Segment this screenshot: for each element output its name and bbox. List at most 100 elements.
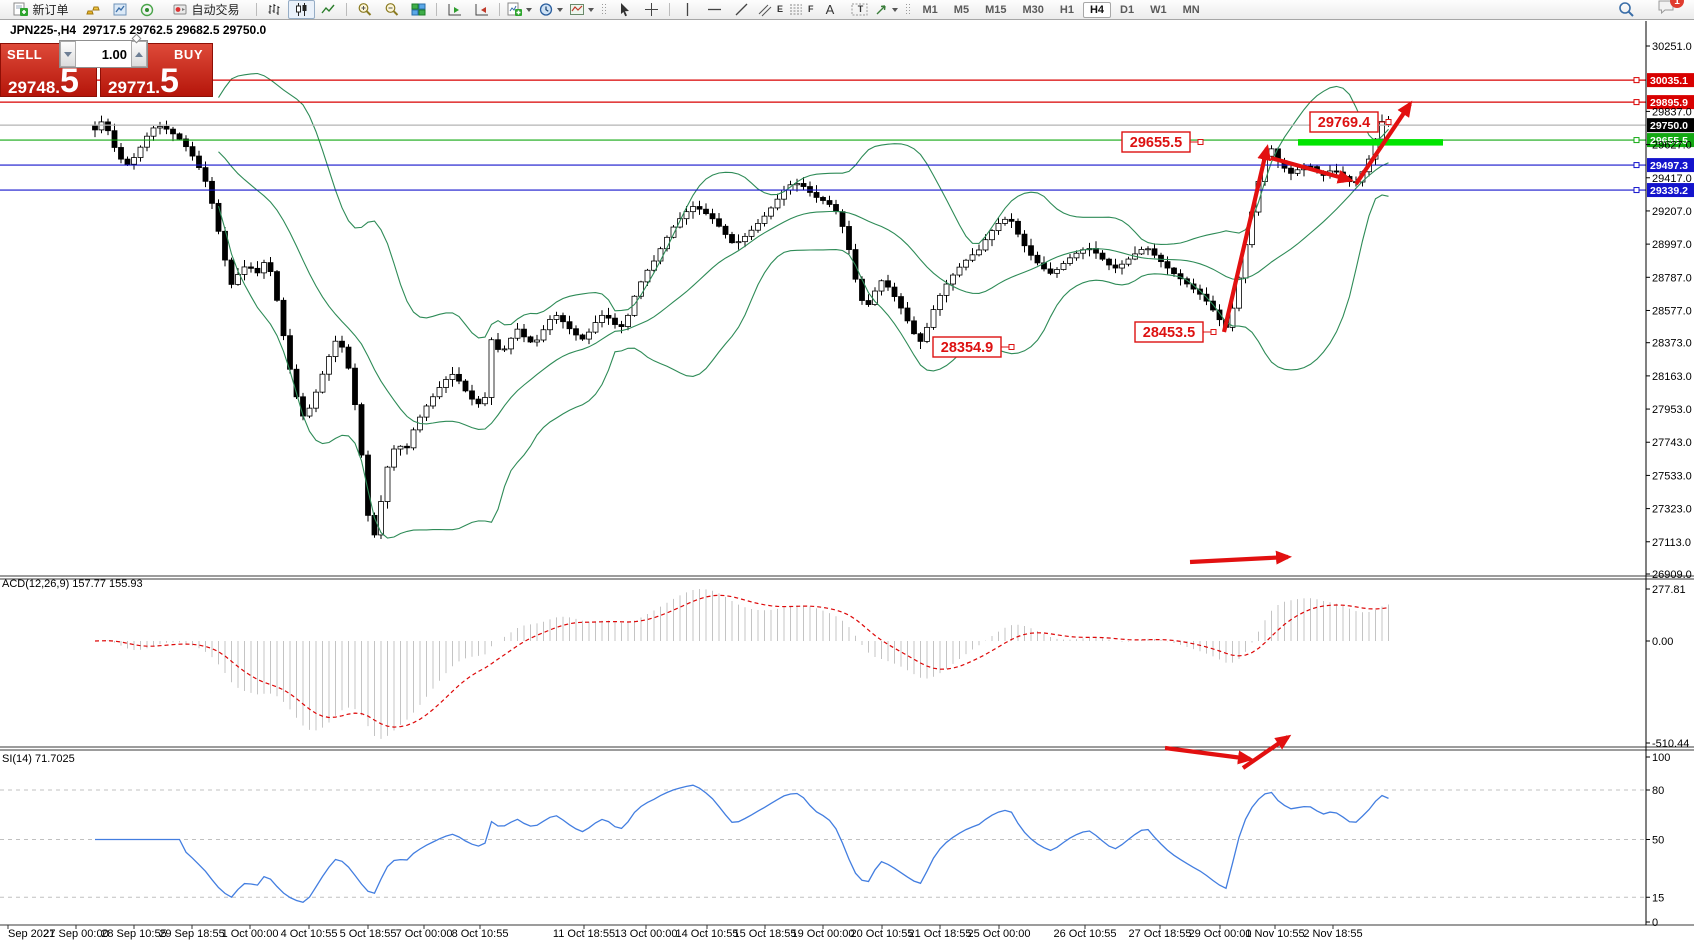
timeframe-m5[interactable]: M5 — [947, 2, 976, 18]
auto-trading-button[interactable]: 自动交易 — [160, 0, 252, 19]
svg-text:1 Nov 10:55: 1 Nov 10:55 — [1245, 928, 1304, 940]
equidistant-channel-tool-icon[interactable]: E — [755, 0, 786, 19]
svg-text:19 Oct 00:00: 19 Oct 00:00 — [792, 928, 855, 940]
svg-text:29627.0: 29627.0 — [1652, 140, 1692, 152]
svg-text:29497.3: 29497.3 — [1650, 160, 1688, 172]
price-lines-layer[interactable] — [0, 78, 1646, 193]
timeframe-h1[interactable]: H1 — [1053, 2, 1081, 18]
svg-text:13 Oct 00:00: 13 Oct 00:00 — [615, 928, 678, 940]
timeframe-m30[interactable]: M30 — [1015, 2, 1050, 18]
text-tool-icon[interactable]: A — [817, 0, 844, 19]
new-order-button[interactable]: 新订单 — [3, 0, 79, 19]
rsi-layer — [0, 785, 1646, 902]
timeframe-m1[interactable]: M1 — [916, 2, 945, 18]
toolbar-separator — [499, 3, 500, 16]
svg-text:29750.0: 29750.0 — [1650, 120, 1688, 132]
trend-arrow[interactable] — [1243, 737, 1288, 768]
zoom-in-icon[interactable] — [351, 0, 378, 19]
svg-text:29 Sep 18:55: 29 Sep 18:55 — [159, 928, 224, 940]
svg-text:30251.0: 30251.0 — [1652, 41, 1692, 53]
fibo-glyph: F — [808, 5, 814, 14]
macd-layer — [95, 589, 1389, 739]
market-watch-icon[interactable] — [106, 0, 133, 19]
fibonacci-tool-icon[interactable]: F — [786, 0, 817, 19]
svg-text:8 Oct 10:55: 8 Oct 10:55 — [452, 928, 509, 940]
auto-trading-label: 自动交易 — [191, 1, 239, 18]
svg-text:4 Oct 10:55: 4 Oct 10:55 — [281, 928, 338, 940]
svg-text:15 Oct 18:55: 15 Oct 18:55 — [734, 928, 797, 940]
gold-icon[interactable] — [79, 0, 106, 19]
volume-increase-button[interactable] — [131, 41, 147, 67]
bar-chart-icon[interactable] — [261, 0, 288, 19]
svg-text:80: 80 — [1652, 785, 1664, 797]
toolbar-drag-handle[interactable] — [905, 3, 911, 16]
line-chart-icon[interactable] — [315, 0, 342, 19]
svg-text:27 Sep 00:00: 27 Sep 00:00 — [43, 928, 108, 940]
vertical-line-tool-icon[interactable] — [674, 0, 701, 19]
sell-label: SELL — [7, 47, 42, 62]
arrows-tool-icon[interactable] — [871, 0, 901, 19]
trend-arrow[interactable] — [1271, 158, 1350, 180]
axis-layer: 30035.129895.929655.529497.329339.229750… — [8, 41, 1694, 940]
search-icon[interactable] — [1618, 1, 1635, 18]
chart-shift-icon[interactable] — [468, 0, 495, 19]
svg-text:27743.0: 27743.0 — [1652, 437, 1692, 449]
dropdown-caret-icon — [557, 8, 563, 12]
svg-text:28163.0: 28163.0 — [1652, 371, 1692, 383]
toolbar: 新订单 自动交易 — [0, 0, 1694, 20]
buy-price: 29771.5 — [108, 68, 179, 96]
trend-arrow[interactable] — [1224, 148, 1267, 332]
mt4-window: 新订单 自动交易 — [0, 0, 1694, 943]
toolbar-drag-handle[interactable] — [601, 3, 607, 16]
trendline-tool-icon[interactable] — [728, 0, 755, 19]
text-label-tool-icon[interactable]: T — [844, 0, 871, 19]
one-click-trading-panel: SELL 29748.5 BUY 29771.5 1.00 — [0, 40, 213, 99]
svg-text:25 Oct 00:00: 25 Oct 00:00 — [968, 928, 1031, 940]
channel-glyph: E — [777, 5, 783, 14]
svg-text:11 Oct 18:55: 11 Oct 18:55 — [553, 928, 615, 940]
candlestick-chart-icon[interactable] — [288, 0, 315, 19]
svg-text:20 Oct 10:55: 20 Oct 10:55 — [851, 928, 914, 940]
svg-text:28787.0: 28787.0 — [1652, 272, 1692, 284]
tile-windows-icon[interactable] — [405, 0, 432, 19]
notifications-button[interactable]: 1 — [1657, 0, 1676, 20]
timeframe-m15[interactable]: M15 — [978, 2, 1013, 18]
svg-text:27323.0: 27323.0 — [1652, 504, 1692, 516]
svg-text:0: 0 — [1652, 917, 1658, 929]
notification-badge: 1 — [1670, 0, 1684, 8]
svg-text:27 Oct 18:55: 27 Oct 18:55 — [1129, 928, 1192, 940]
timeframe-mn[interactable]: MN — [1176, 2, 1207, 18]
toolbar-separator — [346, 3, 347, 16]
svg-text:-510.44: -510.44 — [1652, 738, 1689, 750]
dropdown-caret-icon — [588, 8, 594, 12]
toolbar-separator — [256, 3, 257, 16]
volume-decrease-button[interactable] — [60, 41, 76, 67]
svg-text:28354.9: 28354.9 — [941, 340, 993, 356]
cursor-tool-icon[interactable] — [611, 0, 638, 19]
crosshair-tool-icon[interactable] — [638, 0, 665, 19]
svg-text:7 Oct 00:00: 7 Oct 00:00 — [396, 928, 453, 940]
zoom-out-icon[interactable] — [378, 0, 405, 19]
volume-input[interactable]: 1.00 — [76, 41, 131, 67]
auto-scroll-icon[interactable] — [441, 0, 468, 19]
horizontal-line-tool-icon[interactable] — [701, 0, 728, 19]
buy-label: BUY — [174, 47, 203, 62]
timeframe-h4[interactable]: H4 — [1083, 2, 1111, 18]
macd-indicator-label: ACD(12,26,9) 157.77 155.93 — [2, 578, 143, 590]
signals-icon[interactable] — [133, 0, 160, 19]
svg-text:29207.0: 29207.0 — [1652, 206, 1692, 218]
timeframe-d1[interactable]: D1 — [1113, 2, 1141, 18]
trend-arrow[interactable] — [1190, 557, 1288, 562]
svg-text:27113.0: 27113.0 — [1652, 537, 1691, 549]
up-arrow-icon — [135, 52, 143, 57]
timeframe-w1[interactable]: W1 — [1143, 2, 1174, 18]
svg-text:29837.0: 29837.0 — [1652, 106, 1692, 118]
down-arrow-icon — [64, 52, 72, 57]
frame-layer — [0, 21, 1694, 925]
svg-text:28997.0: 28997.0 — [1652, 239, 1692, 251]
svg-text:0.00: 0.00 — [1652, 636, 1673, 648]
new-chart-button[interactable] — [504, 0, 535, 19]
svg-text:15: 15 — [1652, 892, 1664, 904]
templates-button[interactable] — [566, 0, 597, 19]
period-button[interactable] — [535, 0, 566, 19]
